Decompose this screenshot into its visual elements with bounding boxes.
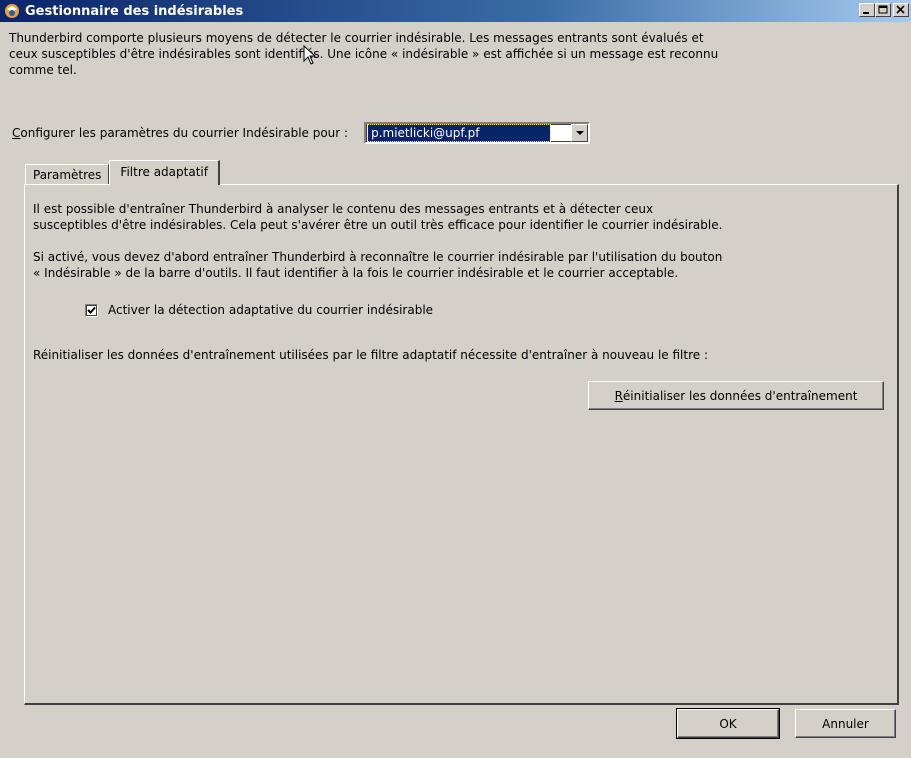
- label-text: onfigurer les paramètres du courrier Ind…: [20, 126, 349, 140]
- account-select-label: Configurer les paramètres du courrier In…: [12, 126, 348, 140]
- accesskey-letter: R: [614, 388, 623, 403]
- account-select-value: p.mietlicki@upf.pf: [367, 124, 552, 142]
- intro-text: Thunderbird comporte plusieurs moyens de…: [9, 30, 899, 78]
- checkmark-icon: [87, 306, 96, 314]
- intro-line: Thunderbird comporte plusieurs moyens de…: [9, 31, 704, 45]
- reset-training-data-button[interactable]: Réinitialiser les données d'entraînement: [588, 381, 884, 410]
- paragraph-line: « Indésirable » de la barre d'outils. Il…: [33, 266, 679, 280]
- account-select[interactable]: p.mietlicki@upf.pf: [364, 122, 591, 144]
- paragraph-line: Il est possible d'entraîner Thunderbird …: [33, 202, 654, 216]
- dropdown-button[interactable]: [571, 124, 589, 142]
- minimize-icon: [863, 12, 869, 14]
- tab-strip: Paramètres Filtre adaptatif: [25, 160, 220, 185]
- adaptive-detection-label[interactable]: Activer la détection adaptative du courr…: [108, 303, 433, 317]
- adaptive-filter-panel: Il est possible d'entraîner Thunderbird …: [24, 184, 899, 705]
- close-button[interactable]: [893, 3, 909, 17]
- button-label: éinitialiser les données d'entraînement: [622, 388, 858, 403]
- account-config-row: Configurer les paramètres du courrier In…: [12, 122, 591, 144]
- window-title: Gestionnaire des indésirables: [25, 3, 244, 19]
- tab-parametres[interactable]: Paramètres: [25, 164, 110, 184]
- instruction-paragraph: Si activé, vous devez d'abord entraîner …: [33, 249, 883, 281]
- chevron-down-icon: [575, 131, 584, 135]
- mouse-pointer-icon: [303, 45, 317, 65]
- maximize-icon: [878, 5, 888, 14]
- maximize-button[interactable]: [875, 3, 891, 17]
- adaptive-detection-checkbox[interactable]: [85, 303, 98, 317]
- window-controls: [859, 3, 909, 17]
- cancel-button[interactable]: Annuler: [795, 709, 896, 738]
- paragraph-line: susceptibles d'être indésirables. Cela p…: [33, 218, 723, 232]
- junk-manager-dialog: Gestionnaire des indésirables Thunderbir…: [0, 0, 911, 758]
- adaptive-detection-option[interactable]: Activer la détection adaptative du courr…: [85, 303, 433, 317]
- close-icon: [896, 5, 905, 14]
- intro-line: ceux susceptibles d'être indésirables so…: [9, 47, 719, 61]
- minimize-button[interactable]: [859, 3, 875, 17]
- thunderbird-icon: [4, 3, 20, 19]
- intro-line: comme tel.: [9, 63, 77, 77]
- paragraph-line: Si activé, vous devez d'abord entraîner …: [33, 250, 723, 264]
- reset-description: Réinitialiser les données d'entraînement…: [33, 348, 708, 362]
- description-paragraph: Il est possible d'entraîner Thunderbird …: [33, 201, 883, 233]
- tab-filtre-adaptatif[interactable]: Filtre adaptatif: [109, 160, 220, 185]
- ok-button[interactable]: OK: [676, 708, 780, 739]
- title-bar[interactable]: Gestionnaire des indésirables: [0, 0, 911, 22]
